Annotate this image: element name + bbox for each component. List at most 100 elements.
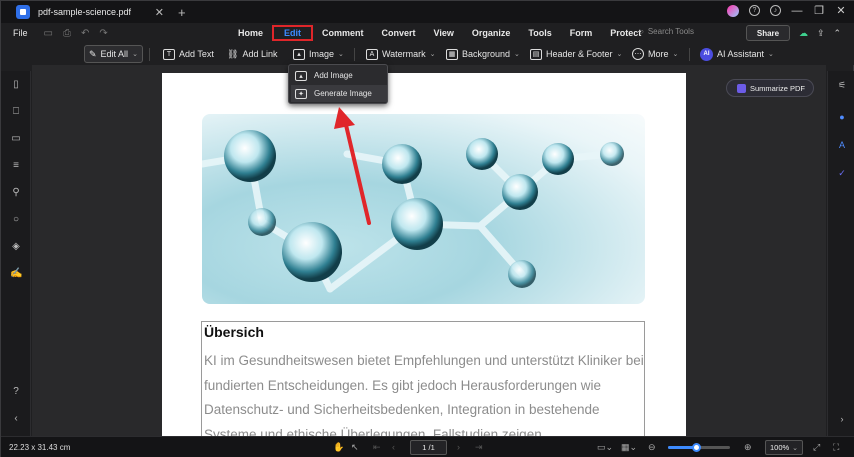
menu-edit[interactable]: Edit [272, 25, 314, 41]
layers-list-icon[interactable]: ≡ [10, 160, 22, 172]
add-image-menu-item[interactable]: ▴ Add Image [291, 67, 387, 84]
more-button[interactable]: ⋯ More ⌄ [628, 45, 682, 63]
notification-icon[interactable]: ♪ [770, 5, 781, 16]
translate-icon[interactable]: A [836, 139, 848, 151]
add-text-label: Add Text [179, 49, 214, 59]
zoom-slider-knob[interactable] [691, 443, 701, 452]
avatar[interactable] [727, 4, 739, 17]
menu-comment[interactable]: Comment [313, 25, 373, 41]
menu-tools[interactable]: Tools [519, 25, 560, 41]
summarize-pdf-button[interactable]: Summarize PDF [726, 79, 814, 97]
last-page-icon[interactable]: ⇥ [475, 442, 483, 453]
close-tab-icon[interactable]: ✕ [155, 6, 164, 19]
watermark-icon: A [366, 48, 378, 60]
molecule-illustration [202, 130, 624, 293]
image-icon: ▴ [295, 70, 307, 81]
close-window-icon[interactable]: ✕ [835, 4, 847, 17]
fit-page-icon[interactable]: ⤢ [813, 442, 820, 453]
header-footer-button[interactable]: ▤ Header & Footer ⌄ [526, 45, 626, 63]
menu-view[interactable]: View [425, 25, 463, 41]
first-page-icon[interactable]: ⇤ [373, 442, 381, 453]
ai-image-icon: ✦ [295, 88, 307, 99]
summarize-icon [737, 83, 746, 93]
section-heading: Übersich [204, 324, 264, 340]
add-text-button[interactable]: T Add Text [159, 45, 218, 63]
bookmark-icon[interactable]: ⎕ [10, 106, 22, 118]
more-icon: ⋯ [632, 48, 644, 60]
add-tab-icon[interactable]: + [178, 5, 186, 20]
share-button[interactable]: Share [746, 25, 790, 41]
menu-file[interactable]: File [13, 28, 28, 38]
search-icon[interactable]: ○ [10, 214, 22, 226]
menu-form[interactable]: Form [561, 25, 602, 41]
menu-convert[interactable]: Convert [373, 25, 425, 41]
redo-icon[interactable]: ↷ [99, 28, 107, 39]
properties-icon[interactable]: ⚟ [836, 79, 848, 91]
next-page-icon[interactable]: › [457, 442, 460, 452]
add-image-label: Add Image [314, 71, 353, 80]
watermark-label: Watermark [382, 49, 426, 59]
collapse-left-icon[interactable]: ‹ [10, 413, 22, 425]
header-footer-label: Header & Footer [546, 49, 613, 59]
minimize-icon[interactable]: — [791, 5, 803, 17]
maximize-icon[interactable]: ❐ [813, 4, 825, 17]
attachment-icon[interactable]: ⚲ [10, 187, 22, 199]
cloud-icon[interactable]: ☁ [799, 28, 808, 39]
menu-home[interactable]: Home [229, 25, 272, 41]
collapse-icon[interactable]: ⌃ [834, 28, 842, 39]
background-button[interactable]: ▦ Background ⌄ [442, 45, 524, 63]
app-window: pdf-sample-science.pdf ✕ + ? ♪ — ❐ ✕ Fil… [0, 0, 854, 457]
chevron-down-icon: ⌄ [514, 51, 520, 58]
select-tool-icon[interactable]: ↖ [351, 442, 359, 453]
save-icon[interactable]: ▭ [44, 28, 53, 39]
header-footer-icon: ▤ [530, 48, 542, 60]
zoom-select[interactable]: 100% ⌄ [765, 440, 803, 455]
collapse-right-icon[interactable]: › [836, 413, 848, 425]
ai-assistant-button[interactable]: AI AI Assistant ⌄ [696, 45, 778, 63]
main-menu: Home Edit Comment Convert View Organize … [229, 23, 650, 43]
page-layout-icon[interactable]: ▭⌄ [597, 442, 613, 453]
chevron-down-icon: ⌄ [338, 51, 344, 58]
document-tab[interactable]: pdf-sample-science.pdf ✕ [38, 1, 168, 23]
upload-icon[interactable]: ⇪ [817, 28, 825, 39]
image-button[interactable]: ▴ Image ⌄ [289, 45, 348, 63]
page-thumbnail-icon[interactable]: ▯ [10, 79, 22, 91]
text-block[interactable]: Übersich KI im Gesundheitswesen bietet E… [201, 321, 645, 436]
zoom-value: 100% [770, 443, 790, 452]
undo-icon[interactable]: ↶ [81, 28, 89, 39]
status-bar: 22.23 x 31.43 cm ✋ ↖ ⇤ ‹ 1 /1 › ⇥ ▭⌄ ▦⌄ … [1, 436, 854, 457]
prev-page-icon[interactable]: ‹ [392, 442, 395, 452]
molecule-image[interactable] [202, 114, 645, 304]
link-icon: ⛓ [227, 48, 239, 59]
chevron-down-icon: ⌄ [792, 444, 798, 452]
chevron-down-icon: ⌄ [132, 51, 138, 58]
zoom-out-icon[interactable]: ⊖ [648, 442, 656, 453]
summarize-label: Summarize PDF [750, 83, 806, 93]
comment-icon[interactable]: ▭ [10, 133, 22, 145]
print-icon[interactable]: ⎙ [63, 28, 71, 39]
zoom-slider[interactable] [668, 443, 730, 452]
image-icon: ▴ [293, 48, 305, 60]
generate-image-menu-item[interactable]: ✦ Generate Image [291, 85, 387, 102]
document-canvas[interactable]: Übersich KI im Gesundheitswesen bietet E… [32, 65, 826, 436]
view-mode-icon[interactable]: ▦⌄ [621, 442, 637, 453]
signature-icon[interactable]: ✍ [10, 268, 22, 280]
pdf-page[interactable]: Übersich KI im Gesundheitswesen bietet E… [162, 73, 686, 436]
edit-toolbar: ✎ Edit All ⌄ T Add Text ⛓ Add Link ▴ Ima… [1, 43, 854, 65]
ai-chat-icon[interactable]: ● [836, 111, 848, 123]
add-link-button[interactable]: ⛓ Add Link [223, 45, 281, 63]
watermark-button[interactable]: A Watermark ⌄ [362, 45, 440, 63]
zoom-in-icon[interactable]: ⊕ [744, 442, 752, 453]
hand-tool-icon[interactable]: ✋ [333, 442, 344, 453]
menu-organize[interactable]: Organize [463, 25, 520, 41]
search-tools[interactable]: ○ Search Tools [639, 27, 694, 36]
check-icon[interactable]: ✓ [836, 167, 848, 179]
fullscreen-icon[interactable]: ⛶ [833, 442, 839, 453]
layers-icon[interactable]: ◈ [10, 241, 22, 253]
image-label: Image [309, 49, 335, 59]
help-icon[interactable]: ? [749, 5, 760, 16]
page-number-input[interactable]: 1 /1 [410, 440, 447, 455]
edit-all-button[interactable]: ✎ Edit All ⌄ [84, 45, 143, 63]
help-icon[interactable]: ? [10, 386, 22, 398]
edit-all-label: Edit All [100, 49, 129, 59]
